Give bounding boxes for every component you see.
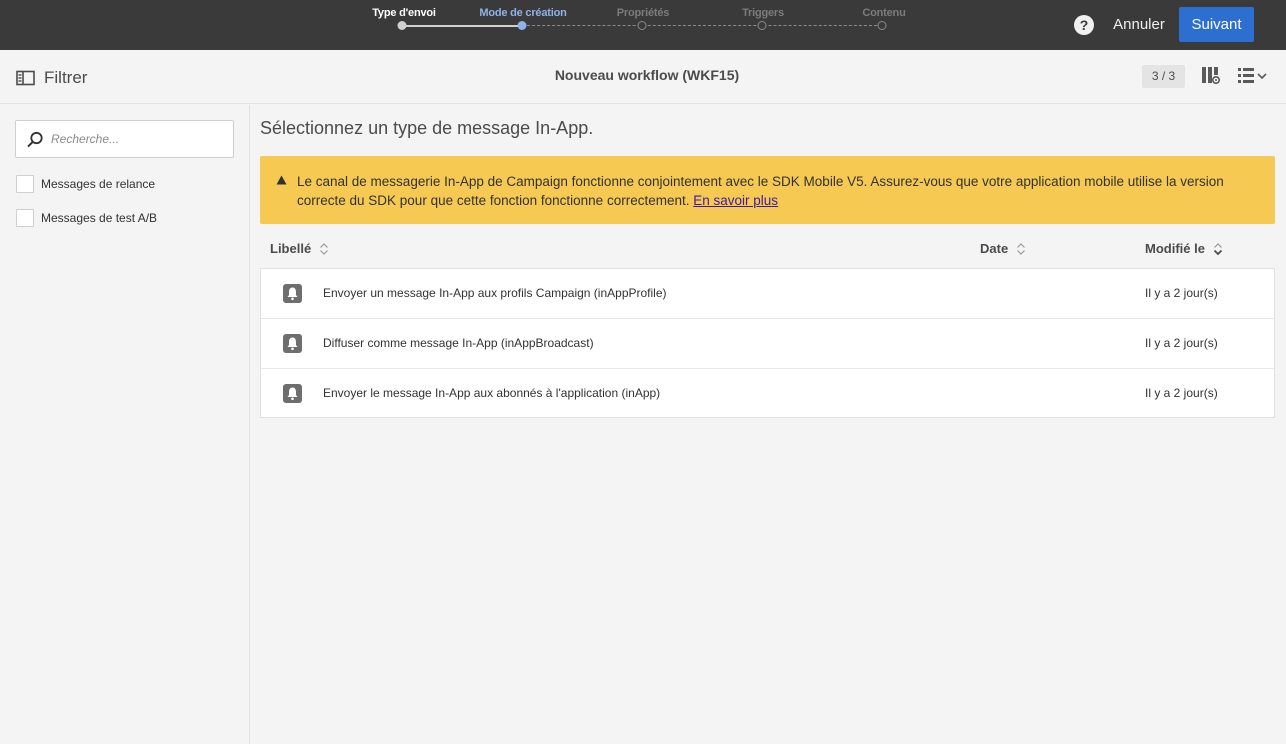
table-header: Libellé Date Modifié le: [260, 238, 1275, 262]
step-contenu: Contenu: [862, 7, 906, 19]
warning-text: Le canal de messagerie In-App de Campaig…: [297, 172, 1257, 210]
row-label: Diffuser comme message In-App (inAppBroa…: [323, 336, 594, 350]
step-triggers-dot: [757, 21, 767, 30]
next-button[interactable]: Suivant: [1179, 7, 1254, 42]
progress-track-done: [402, 25, 522, 27]
sort-icon: [1017, 242, 1026, 255]
progress-track-todo: [522, 25, 882, 26]
filter-panel: Messages de relance Messages de test A/B: [0, 105, 250, 744]
help-icon[interactable]: ?: [1074, 15, 1094, 35]
column-header-modified[interactable]: Modifié le: [1145, 241, 1223, 256]
search-icon: [27, 131, 43, 148]
checkbox-test-ab[interactable]: [16, 209, 34, 227]
bell-icon: [283, 384, 302, 403]
bell-icon: [283, 334, 302, 353]
column-header-label[interactable]: Libellé: [270, 241, 329, 256]
table-row[interactable]: Envoyer le message In-App aux abonnés à …: [261, 369, 1274, 419]
workflow-title: Nouveau workflow (WKF15): [554, 67, 740, 83]
bell-icon: [283, 284, 302, 303]
row-modified: Il y a 2 jour(s): [1145, 386, 1218, 400]
filter-test-ab[interactable]: Messages de test A/B: [16, 209, 157, 227]
column-header-modified-text: Modifié le: [1145, 241, 1205, 256]
cancel-button[interactable]: Annuler: [1106, 8, 1172, 42]
result-counter: 3 / 3: [1142, 65, 1185, 88]
step-proprietes: Propriétés: [616, 7, 670, 19]
card-view-icon[interactable]: [1201, 66, 1221, 91]
search-box[interactable]: [15, 120, 234, 158]
template-table: Envoyer un message In-App aux profils Ca…: [260, 268, 1275, 418]
toolbar: Filtrer Nouveau workflow (WKF15) 3 / 3: [0, 50, 1286, 104]
step-type-envoi-dot[interactable]: [397, 21, 407, 30]
learn-more-link[interactable]: En savoir plus: [693, 193, 778, 208]
checkbox-relance[interactable]: [16, 175, 34, 193]
step-contenu-dot: [877, 21, 887, 30]
filter-test-ab-label: Messages de test A/B: [41, 211, 158, 225]
filter-relance[interactable]: Messages de relance: [16, 175, 155, 193]
row-label: Envoyer un message In-App aux profils Ca…: [323, 286, 667, 300]
column-header-date[interactable]: Date: [980, 241, 1026, 256]
sort-icon: [320, 242, 329, 255]
row-modified: Il y a 2 jour(s): [1145, 286, 1218, 300]
step-mode-creation[interactable]: Mode de création: [479, 7, 566, 19]
row-modified: Il y a 2 jour(s): [1145, 336, 1218, 350]
filter-relance-label: Messages de relance: [41, 177, 156, 191]
warning-icon: [276, 175, 287, 185]
search-input[interactable]: [51, 129, 226, 149]
warning-banner: Le canal de messagerie In-App de Campaig…: [260, 156, 1275, 224]
step-mode-creation-dot[interactable]: [517, 21, 527, 30]
page-title: Sélectionnez un type de message In-App.: [260, 118, 594, 138]
step-proprietes-dot: [637, 21, 647, 30]
row-label: Envoyer le message In-App aux abonnés à …: [323, 386, 661, 400]
column-header-date-text: Date: [980, 241, 1009, 256]
step-type-envoi[interactable]: Type d'envoi: [372, 7, 436, 19]
table-row[interactable]: Envoyer un message In-App aux profils Ca…: [261, 269, 1274, 319]
list-view-icon[interactable]: [1237, 66, 1271, 91]
sort-descending-icon: [1213, 242, 1223, 255]
table-row[interactable]: Diffuser comme message In-App (inAppBroa…: [261, 319, 1274, 369]
column-header-label-text: Libellé: [270, 241, 312, 256]
wizard-bar: Type d'envoi Mode de création Propriétés…: [0, 0, 1286, 50]
step-triggers: Triggers: [742, 7, 784, 19]
